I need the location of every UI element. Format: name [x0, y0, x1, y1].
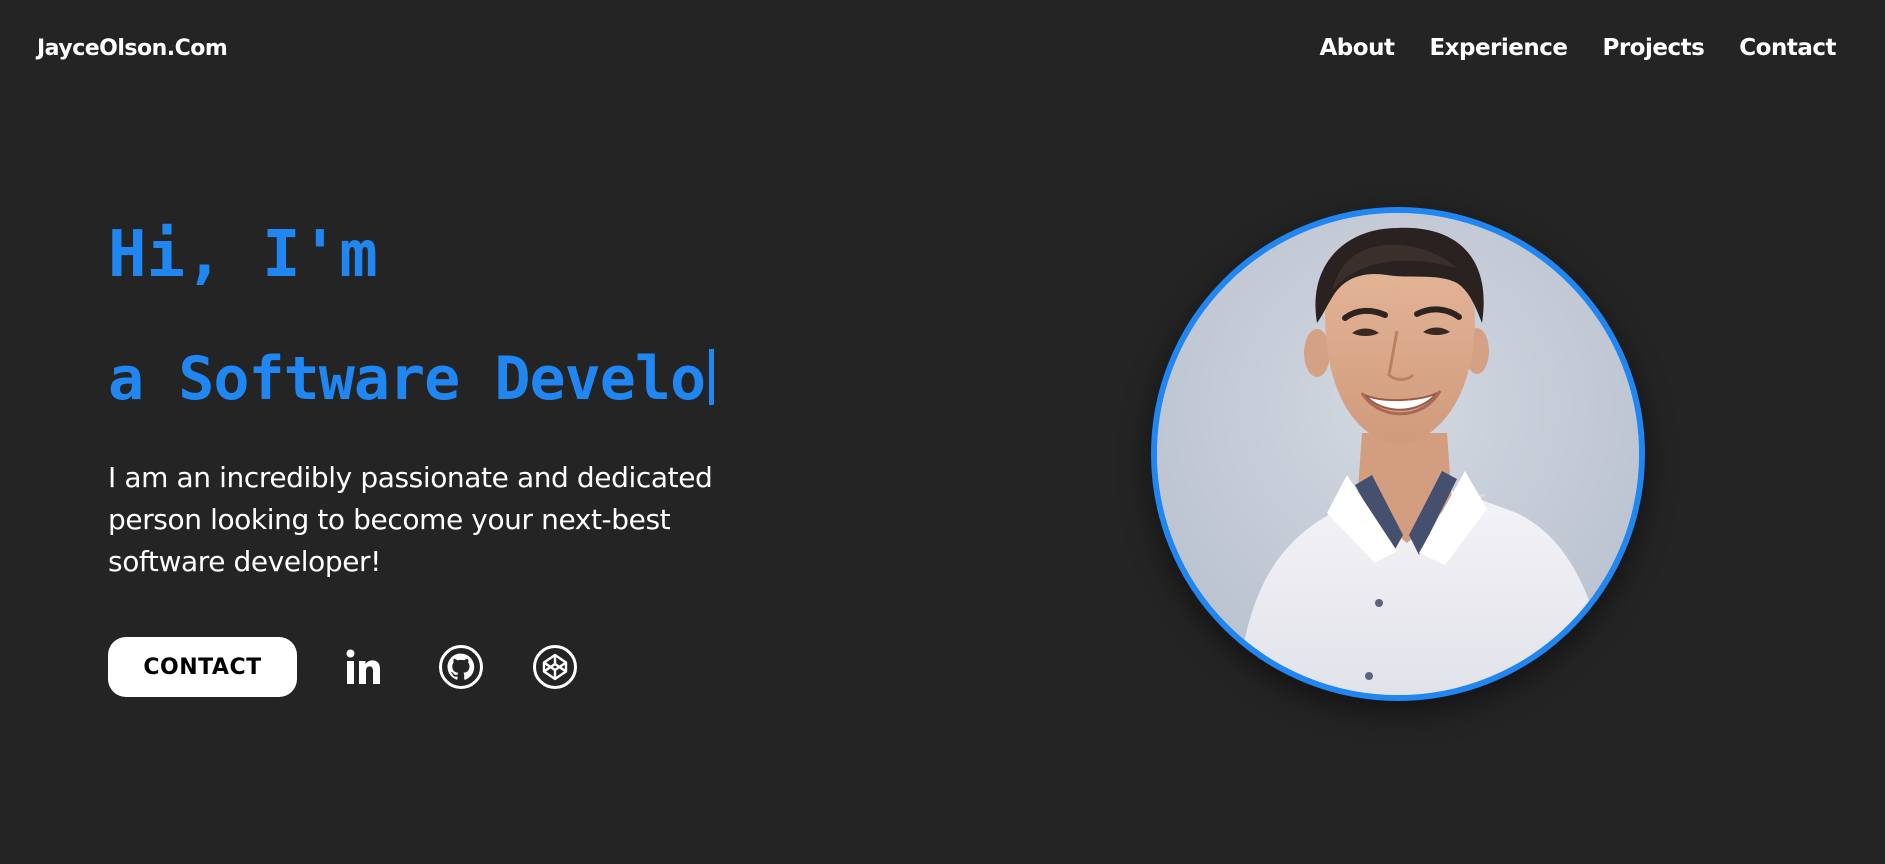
- hero-greeting: Hi, I'm: [108, 218, 378, 292]
- hero-typed-title: a Software Develo: [108, 334, 768, 424]
- linkedin-link[interactable]: [340, 643, 388, 691]
- page: JayceOlson.Com About Experience Projects…: [0, 0, 1885, 864]
- hero-actions: CONTACT: [108, 637, 579, 697]
- codepen-icon: [533, 645, 577, 689]
- nav-link-about[interactable]: About: [1320, 35, 1395, 61]
- brand-logo-link[interactable]: JayceOlson.Com: [37, 36, 228, 61]
- profile-photo: [1151, 207, 1645, 701]
- typing-cursor: [709, 349, 715, 405]
- linkedin-icon: [346, 649, 380, 684]
- nav-links: About Experience Projects Contact: [1320, 35, 1837, 61]
- typed-text: a Software Develo: [108, 344, 706, 414]
- github-link[interactable]: [437, 643, 485, 691]
- profile-portrait-image: [1157, 213, 1639, 695]
- nav-link-projects[interactable]: Projects: [1602, 35, 1704, 61]
- top-nav: JayceOlson.Com About Experience Projects…: [0, 0, 1885, 96]
- codepen-link[interactable]: [531, 643, 579, 691]
- hero-text: Hi, I'm a Software Develo I am an incred…: [108, 210, 768, 583]
- nav-link-contact[interactable]: Contact: [1739, 35, 1836, 61]
- hero-intro: I am an incredibly passionate and dedica…: [108, 461, 713, 578]
- github-icon: [439, 645, 483, 689]
- contact-button[interactable]: CONTACT: [108, 637, 297, 697]
- nav-link-experience[interactable]: Experience: [1429, 35, 1568, 61]
